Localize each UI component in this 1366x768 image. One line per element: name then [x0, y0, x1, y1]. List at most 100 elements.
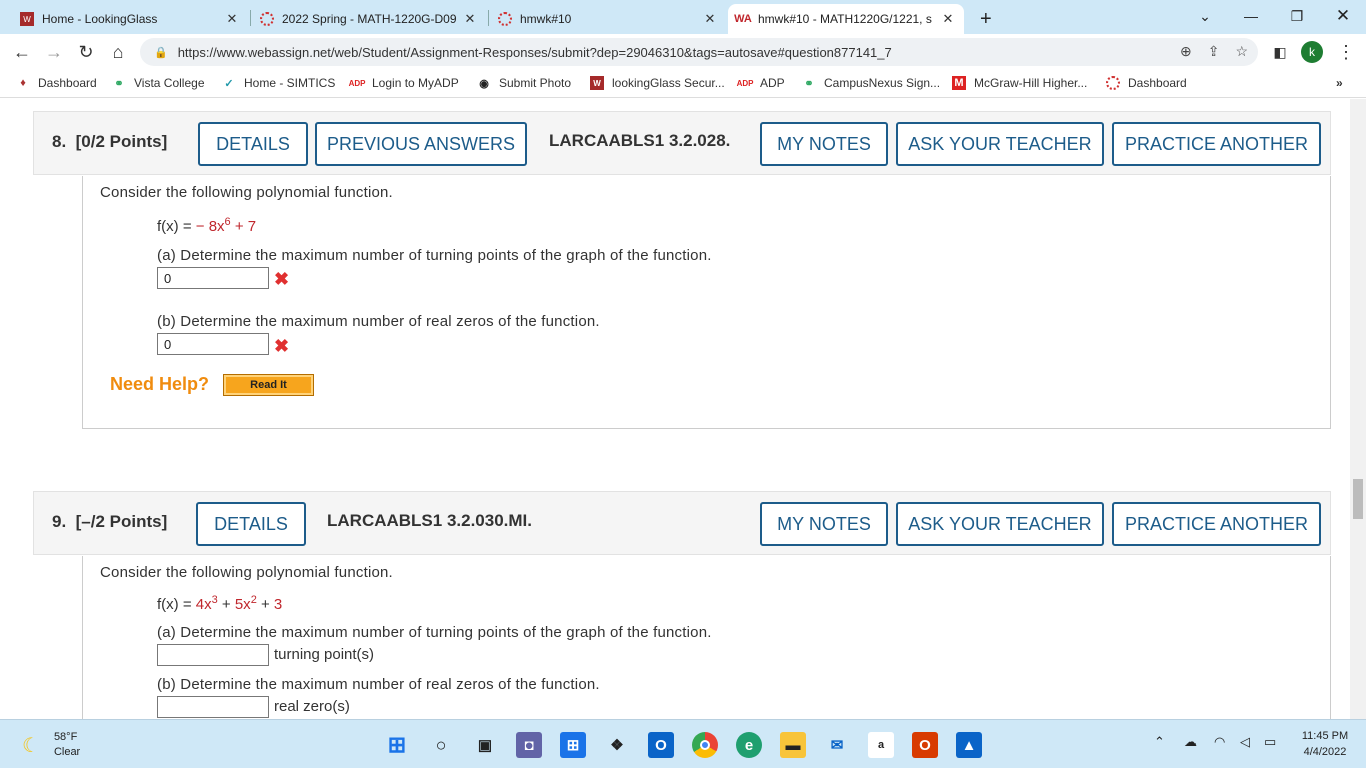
task-view-icon[interactable]: ▣	[472, 732, 498, 758]
profile-avatar[interactable]: k	[1300, 40, 1324, 64]
search-icon[interactable]: ○	[428, 732, 454, 758]
bookmark-vista-college[interactable]: ⚭ Vista College	[112, 76, 204, 90]
share-icon[interactable]: ⇪	[1208, 43, 1220, 60]
details-button[interactable]: DETAILS	[198, 122, 308, 166]
tab-separator	[250, 10, 251, 26]
close-tab-icon[interactable]: ✕	[224, 11, 240, 27]
close-tab-icon[interactable]: ✕	[940, 11, 956, 27]
polynomial-function: f(x) = − 8x6 + 7	[157, 216, 257, 235]
part-b-answer-input[interactable]	[157, 333, 269, 355]
bookmark-submit-photo[interactable]: ◉ Submit Photo	[477, 76, 571, 90]
assignment-content: 8. [0/2 Points] DETAILS PREVIOUS ANSWERS…	[0, 99, 1350, 719]
battery-icon[interactable]: ▭	[1264, 734, 1276, 750]
ask-your-teacher-button[interactable]: ASK YOUR TEACHER	[896, 122, 1104, 166]
moon-icon: ☾	[22, 734, 40, 757]
onedrive-icon[interactable]: ☁	[1184, 734, 1197, 750]
start-icon[interactable]: ⊞	[384, 732, 410, 758]
part-b-prompt: (b) Determine the maximum number of real…	[157, 676, 600, 693]
my-notes-button[interactable]: MY NOTES	[760, 122, 888, 166]
side-panel-icon[interactable]: ◧	[1268, 40, 1292, 64]
minimize-icon[interactable]: —	[1228, 0, 1274, 32]
url-text: https://www.webassign.net/web/Student/As…	[177, 44, 892, 60]
campusnexus-icon: ⚭	[804, 77, 814, 90]
new-tab-button[interactable]: +	[972, 4, 1002, 34]
previous-answers-button[interactable]: PREVIOUS ANSWERS	[315, 122, 527, 166]
volume-icon[interactable]: ◁	[1240, 734, 1250, 750]
star-icon[interactable]: ☆	[1235, 43, 1248, 60]
tab-hmwk10[interactable]: hmwk#10 ✕	[490, 4, 726, 34]
question-9-number: 9. [–/2 Points]	[52, 512, 168, 531]
chrome-icon[interactable]	[692, 732, 718, 758]
photos-icon[interactable]: ▲	[956, 732, 982, 758]
tab-lookingglass[interactable]: W Home - LookingGlass ✕	[12, 4, 248, 34]
photo-icon: ◉	[479, 77, 489, 90]
polynomial-function: f(x) = 4x3 + 5x2 + 3	[157, 594, 283, 613]
chevron-up-icon[interactable]: ⌃	[1154, 734, 1165, 750]
bookmark-campusnexus[interactable]: ⚭ CampusNexus Sign...	[802, 76, 940, 90]
back-icon[interactable]: ←	[10, 40, 34, 64]
bookmark-myadp[interactable]: ADP Login to MyADP	[348, 76, 459, 90]
close-window-icon[interactable]: ✕	[1320, 0, 1366, 32]
mail-icon[interactable]: ✉	[824, 732, 850, 758]
part-b-unit: real zero(s)	[274, 698, 350, 715]
question-prompt: Consider the following polynomial functi…	[100, 184, 393, 201]
my-notes-button[interactable]: MY NOTES	[760, 502, 888, 546]
bookmark-dashboard-2[interactable]: Dashboard	[1106, 76, 1187, 90]
home-icon[interactable]: ⌂	[106, 40, 130, 64]
scrollbar-thumb[interactable]	[1353, 479, 1363, 519]
bookmark-lookingglass[interactable]: WlookingGlass Secur...	[590, 76, 725, 90]
clock[interactable]: 11:45 PM 4/4/2022	[1290, 728, 1360, 760]
edge-icon[interactable]: e	[736, 732, 762, 758]
zoom-icon[interactable]: ⊕	[1180, 43, 1192, 60]
weather-widget[interactable]: ☾ 58°F Clear	[22, 730, 80, 760]
read-it-button[interactable]: Read It	[223, 374, 314, 396]
lookingglass-icon: W	[590, 76, 604, 90]
details-button[interactable]: DETAILS	[196, 502, 306, 546]
more-bookmarks-button[interactable]: »	[1336, 76, 1343, 90]
reload-icon[interactable]: ↻	[74, 40, 98, 64]
need-help-label: Need Help?	[110, 374, 210, 394]
close-tab-icon[interactable]: ✕	[702, 11, 718, 27]
restore-icon[interactable]: ❐	[1274, 0, 1320, 32]
address-bar[interactable]: 🔒 https://www.webassign.net/web/Student/…	[140, 38, 1258, 66]
file-explorer-icon[interactable]: ▬	[780, 732, 806, 758]
bookmark-mcgraw-hill[interactable]: M McGraw-Hill Higher...	[952, 76, 1087, 90]
loading-icon	[498, 12, 512, 26]
mcgraw-icon: M	[952, 76, 966, 90]
ask-your-teacher-button[interactable]: ASK YOUR TEACHER	[896, 502, 1104, 546]
simtics-icon: ✓	[224, 77, 234, 90]
part-a-answer-input[interactable]	[157, 644, 269, 666]
dropbox-icon[interactable]: ❖	[604, 732, 630, 758]
close-tab-icon[interactable]: ✕	[462, 11, 478, 27]
practice-another-button[interactable]: PRACTICE ANOTHER	[1112, 122, 1321, 166]
office-icon[interactable]: O	[912, 732, 938, 758]
tab-search-icon[interactable]: ⌄	[1182, 0, 1228, 32]
webassign-icon: WA	[734, 13, 752, 25]
amazon-icon[interactable]: a	[868, 732, 894, 758]
bookmark-simtics[interactable]: ✓ Home - SIMTICS	[222, 76, 335, 90]
page-scrollbar[interactable]	[1350, 99, 1366, 719]
question-8-reference: LARCAABLS1 3.2.028.	[549, 131, 731, 150]
lookingglass-icon: W	[20, 12, 34, 26]
menu-icon[interactable]: ⋮	[1334, 40, 1358, 64]
question-8-body: Consider the following polynomial functi…	[82, 176, 1331, 429]
question-9-header: 9. [–/2 Points] DETAILS LARCAABLS1 3.2.0…	[33, 491, 1331, 555]
store-icon[interactable]: ⊞	[560, 732, 586, 758]
incorrect-icon: ✖	[274, 269, 290, 289]
outlook-icon[interactable]: O	[648, 732, 674, 758]
forward-icon[interactable]: →	[42, 40, 66, 64]
bookmark-adp[interactable]: ADP ADP	[737, 76, 785, 90]
bookmark-dashboard[interactable]: ♦ Dashboard	[16, 76, 97, 90]
tab-webassign-active[interactable]: WA hmwk#10 - MATH1220G/1221, s ✕	[728, 4, 964, 34]
wifi-icon[interactable]: ◠	[1214, 734, 1225, 750]
windows-taskbar: ☾ 58°F Clear ⊞ ○ ▣ ◘ ⊞ ❖ O e ▬ ✉ a O ▲ ⌃ …	[0, 719, 1366, 768]
tab-math-course[interactable]: 2022 Spring - MATH-1220G-D09 ✕	[252, 4, 486, 34]
part-b-answer-input[interactable]	[157, 696, 269, 718]
adp-icon: ADP	[348, 78, 366, 88]
loading-icon	[260, 12, 274, 26]
vista-icon: ⚭	[114, 77, 124, 90]
practice-another-button[interactable]: PRACTICE ANOTHER	[1112, 502, 1321, 546]
question-8-header: 8. [0/2 Points] DETAILS PREVIOUS ANSWERS…	[33, 111, 1331, 175]
teams-icon[interactable]: ◘	[516, 732, 542, 758]
part-a-answer-input[interactable]	[157, 267, 269, 289]
